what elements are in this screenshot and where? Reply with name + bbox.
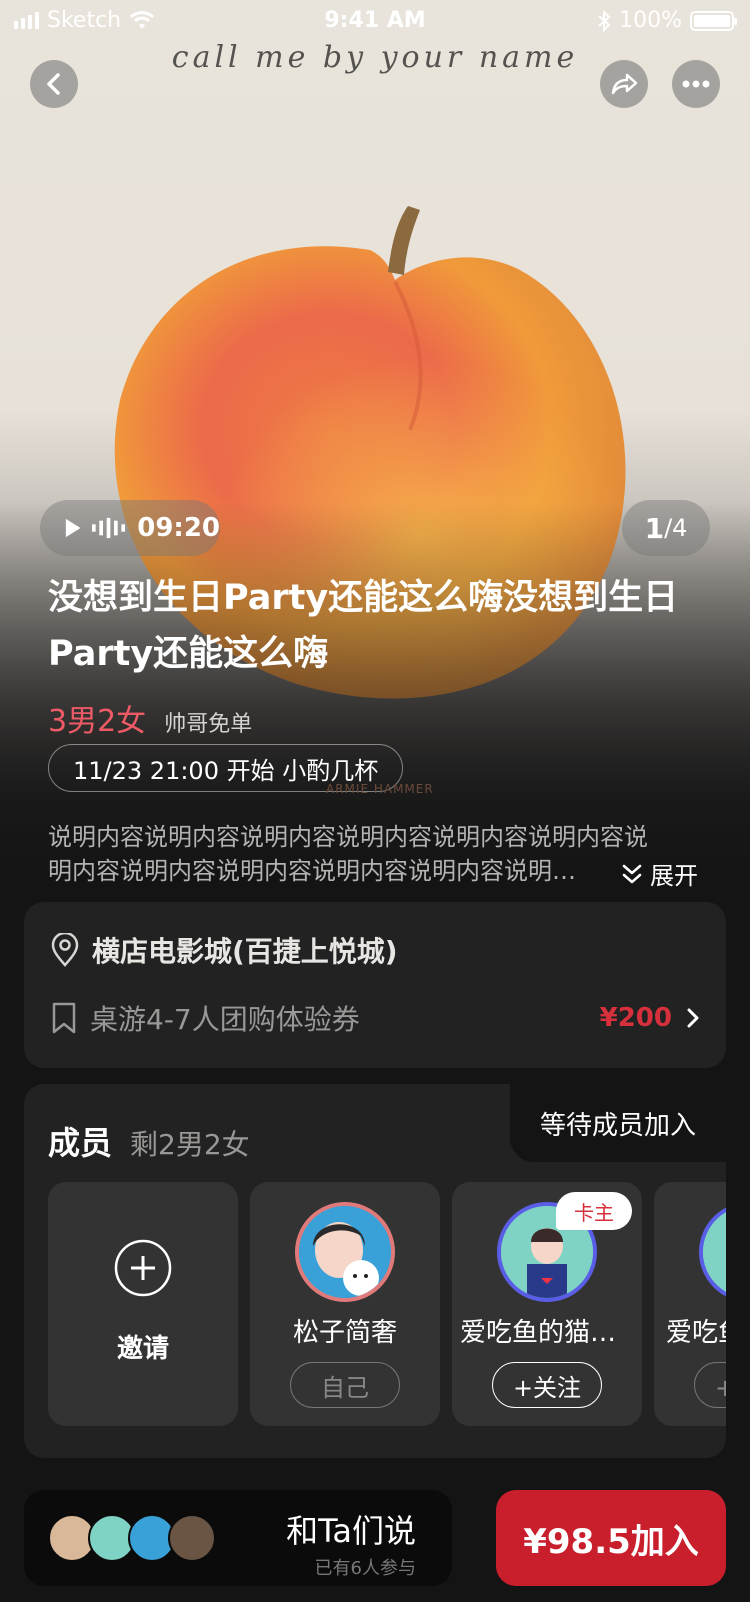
event-description: 说明内容说明内容说明内容说明内容说明内容说明内容说 明内容说明内容说明内容说明内… (48, 820, 708, 888)
plus-circle-icon (114, 1239, 172, 1297)
join-button[interactable]: ¥98.5加入 (496, 1490, 726, 1586)
more-button[interactable] (672, 60, 720, 108)
share-icon (611, 73, 638, 95)
members-title: 成员 (48, 1124, 113, 1162)
gender-count: 3男2女 (48, 704, 147, 739)
event-title: 没想到生日Party还能这么嗨没想到生日Party还能这么嗨 (48, 578, 679, 674)
double-chevron-down-icon (622, 864, 642, 883)
talk-label: 和Ta们说 (286, 1512, 416, 1550)
expand-button[interactable]: 展开 (622, 856, 698, 891)
member-name: 松子简奢 (292, 1318, 397, 1348)
members-header: 成员 剩2男2女 (48, 1118, 250, 1164)
avatar (295, 1202, 395, 1302)
invite-card[interactable]: 邀请 (48, 1182, 238, 1426)
participant-count: 已有6人参与 (314, 1558, 416, 1579)
self-button: 自己 (290, 1362, 400, 1408)
chevron-left-icon (47, 73, 60, 95)
event-tag: 帅哥免单 (164, 712, 253, 737)
members-list[interactable]: 邀请 松子简奢 自己 卡主 爱吃鱼的猫咪咪 +关注 爱吃鱼的猫 +关注 (24, 1182, 726, 1428)
location-pin-icon (51, 933, 79, 967)
member-name: 爱吃鱼的猫 (666, 1318, 726, 1348)
members-remaining: 剩2男2女 (130, 1128, 250, 1161)
chevron-right-icon (687, 1008, 699, 1028)
bluetooth-icon (598, 9, 611, 32)
invite-label: 邀请 (116, 1334, 169, 1364)
chat-bar[interactable]: 和Ta们说 已有6人参与 (24, 1490, 452, 1586)
pager-current: 1 (644, 511, 665, 545)
voucher-price: ¥200 (599, 1003, 672, 1033)
battery-percent: 100% (619, 8, 682, 33)
play-icon (65, 518, 81, 538)
location-row[interactable]: 横店电影城(百捷上悦城) (50, 930, 700, 970)
more-icon (682, 80, 710, 88)
desc-line-1: 说明内容说明内容说明内容说明内容说明内容说明内容说 (48, 823, 648, 851)
member-card[interactable]: 松子简奢 自己 (250, 1182, 440, 1426)
avatar (699, 1202, 726, 1302)
back-button[interactable] (30, 60, 78, 108)
member-card[interactable]: 爱吃鱼的猫 +关注 (654, 1182, 726, 1426)
desc-line-2: 明内容说明内容说明内容说明内容说明内容说明内容说明内容 (48, 857, 598, 885)
follow-button[interactable]: +关注 (492, 1362, 602, 1408)
member-name: 爱吃鱼的猫咪咪 (460, 1318, 642, 1348)
audio-duration: 09:20 (137, 513, 220, 543)
host-badge: 卡主 (556, 1192, 632, 1230)
share-button[interactable] (600, 60, 648, 108)
voucher-name: 桌游4-7人团购体验券 (90, 1003, 360, 1036)
waveform-icon (92, 517, 126, 539)
waiting-tab: 等待成员加入 (510, 1084, 726, 1162)
status-bar: Sketch 9:41 AM 100% (0, 0, 750, 44)
battery-icon (690, 10, 737, 31)
avatar (168, 1514, 216, 1562)
gender-row: 3男2女 帅哥免单 (48, 696, 252, 740)
location-card: 横店电影城(百捷上悦城) 桌游4-7人团购体验券 ¥200 (24, 902, 726, 1068)
image-pager: 1/4 (622, 500, 710, 556)
bookmark-icon (52, 1002, 76, 1034)
member-card[interactable]: 卡主 爱吃鱼的猫咪咪 +关注 (452, 1182, 642, 1426)
expand-label: 展开 (650, 862, 698, 890)
location-name: 横店电影城(百捷上悦城) (92, 935, 398, 968)
participant-avatars (48, 1514, 228, 1562)
pager-total: /4 (664, 514, 688, 542)
hero-caption: ARMIE HAMMER (326, 782, 434, 796)
audio-player[interactable]: 09:20 (40, 500, 220, 556)
voucher-row[interactable]: 桌游4-7人团购体验券 ¥200 (50, 998, 700, 1038)
follow-button[interactable]: +关注 (694, 1362, 726, 1408)
